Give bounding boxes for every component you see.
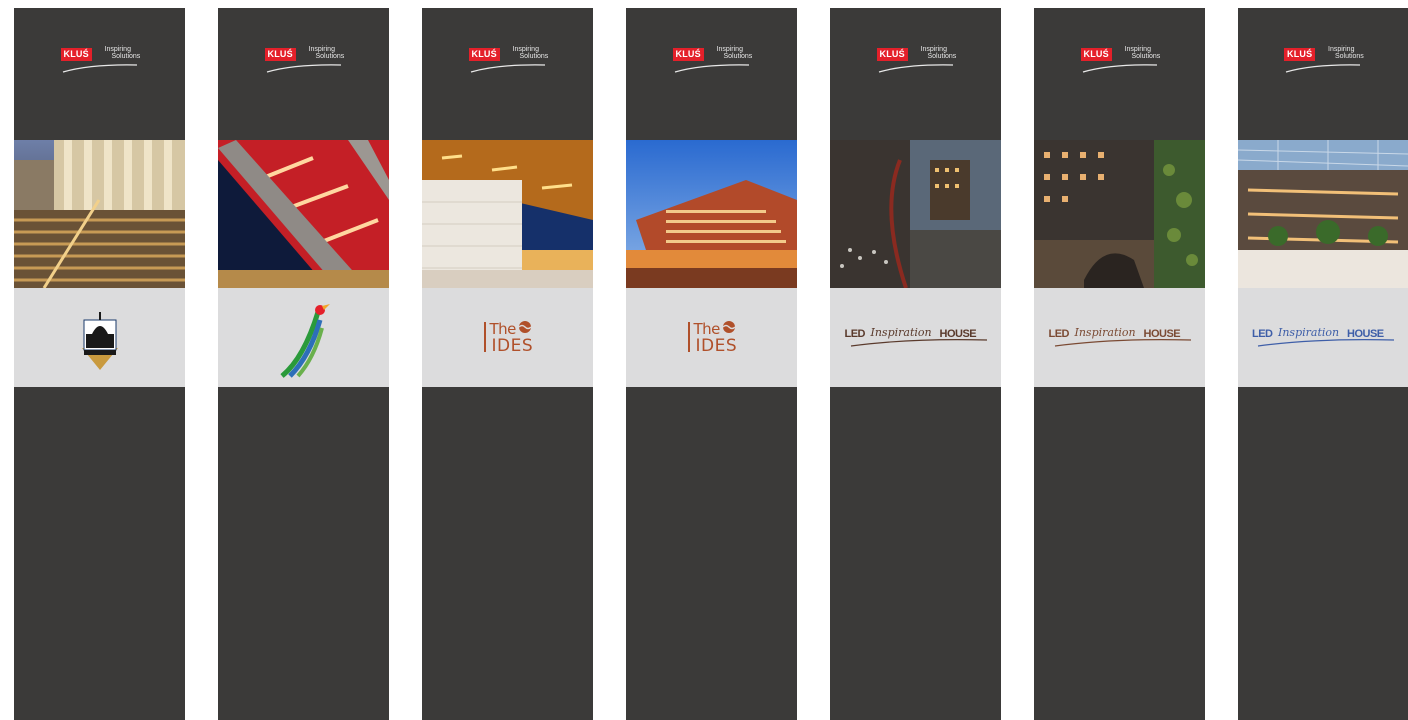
led-inspiration-house-logo: LED Inspiration HOUSE — [1248, 318, 1398, 358]
photo-atrium — [1238, 140, 1408, 288]
brand-logo: KLUŚ Inspiring Solutions — [1238, 46, 1408, 78]
logo-band — [218, 288, 389, 387]
swoosh-icon — [470, 64, 545, 73]
brand-logo: KLUŚ Inspiring Solutions — [1034, 46, 1205, 78]
brand-tagline: Inspiring Solutions — [920, 46, 957, 60]
logo-band — [14, 288, 185, 387]
banner-5: KLUŚ Inspiring Solutions LED Inspiration… — [830, 8, 1001, 720]
photo-collage-interior — [830, 140, 1001, 288]
swoosh-icon — [878, 64, 953, 73]
brand-logo: KLUŚ Inspiring Solutions — [830, 46, 1001, 78]
photo-courtyard-green-wall — [1034, 140, 1205, 288]
logo-band: The IDES — [626, 288, 797, 387]
swoosh-icon — [1082, 64, 1157, 73]
swoosh-icon — [62, 64, 137, 73]
brand-tagline: Inspiring Solutions — [512, 46, 549, 60]
brand-logo: KLUŚ Inspiring Solutions — [626, 46, 797, 78]
photo-wood-ceiling — [422, 140, 593, 288]
logo-band: LED Inspiration HOUSE — [1238, 288, 1408, 387]
banner-2: KLUŚ Inspiring Solutions — [218, 8, 389, 720]
brand-tagline: Inspiring Solutions — [1328, 46, 1364, 60]
logo-band: LED Inspiration HOUSE — [1034, 288, 1205, 387]
brand-logo: KLUŚ Inspiring Solutions — [422, 46, 593, 78]
wave-icon — [517, 320, 532, 333]
banner-4: KLUŚ Inspiring Solutions The IDES — [626, 8, 797, 720]
brand-tagline: Inspiring Solutions — [308, 46, 345, 60]
swoosh-icon — [1257, 338, 1395, 347]
photo-hotel-dusk — [626, 140, 797, 288]
swoosh-icon — [1054, 338, 1191, 347]
brand-logo: KLUŚ Inspiring Solutions — [14, 46, 185, 78]
brand-logo: KLUŚ Inspiring Solutions — [218, 46, 389, 78]
swoosh-icon — [674, 64, 749, 73]
led-inspiration-house-logo: LED Inspiration HOUSE — [1045, 318, 1195, 358]
banner-6: KLUŚ Inspiring Solutions LED Inspiration… — [1034, 8, 1205, 720]
tides-logo: The IDES — [684, 318, 740, 358]
wave-icon — [721, 320, 736, 333]
brand-tagline: Inspiring Solutions — [104, 46, 141, 60]
banner-7: KLUŚ Inspiring Solutions LED Inspiration… — [1238, 8, 1408, 720]
banner-3: KLUŚ Inspiring Solutions The IDES — [422, 8, 593, 720]
swoosh-icon — [850, 338, 987, 347]
bird-mark-icon — [279, 303, 330, 378]
led-inspiration-house-logo: LED Inspiration HOUSE — [841, 318, 991, 358]
tides-logo: The IDES — [480, 318, 536, 358]
banner-1: KLUŚ Inspiring Solutions — [14, 8, 185, 720]
logo-band: The IDES — [422, 288, 593, 387]
capitol-seal-icon — [81, 311, 118, 370]
swoosh-icon — [1285, 64, 1361, 73]
logo-band: LED Inspiration HOUSE — [830, 288, 1001, 387]
brand-tagline: Inspiring Solutions — [716, 46, 753, 60]
photo-capitol-steps — [14, 140, 185, 288]
swoosh-icon — [266, 64, 341, 73]
photo-red-lights — [218, 140, 389, 288]
brand-tagline: Inspiring Solutions — [1124, 46, 1161, 60]
